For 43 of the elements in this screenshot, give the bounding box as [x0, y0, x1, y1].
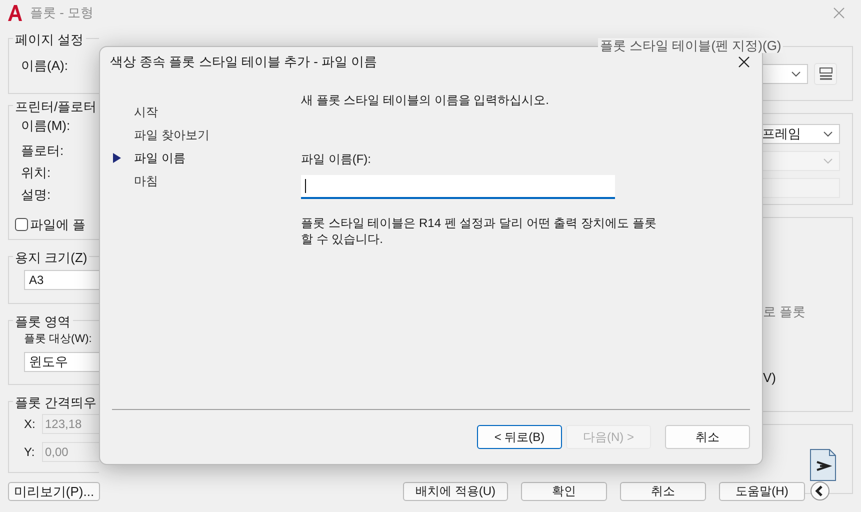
collapse-icon[interactable] [810, 481, 830, 501]
table-edit-icon [818, 66, 832, 80]
option-label: V) [762, 368, 777, 387]
option-label: 로 플롯 [762, 303, 807, 321]
instruction-text: 새 플롯 스타일 테이블의 이름을 입력하십시오. [301, 92, 550, 109]
wizard-step[interactable]: 파일 찾아보기 [134, 126, 210, 144]
dialog-button[interactable]: 확인 [521, 482, 607, 501]
chevron-down-icon [791, 70, 801, 76]
document-icon [810, 449, 836, 481]
file-name-field[interactable] [301, 175, 615, 199]
field-label: 이름(M): [21, 118, 70, 133]
description-text: 플롯 스타일 테이블은 R14 펜 설정과 달리 어떤 출력 장치에도 플롯 할 수 있습니다. [301, 215, 658, 247]
dpi-field[interactable] [762, 178, 840, 198]
viewport-dropdown[interactable]: 프레임 [762, 124, 840, 144]
field-label: 플로터: [21, 143, 64, 158]
field-label: 플롯 대상(W): [24, 332, 92, 347]
field-label: X: [24, 416, 36, 433]
field-label: 파일 이름(F): [301, 151, 372, 168]
field-label: 이름(A): [21, 58, 68, 73]
wizard-step[interactable]: 마침 [134, 172, 158, 190]
group-title: 플롯 스타일 테이블(펜 지정)(G) [598, 38, 784, 53]
field-label: Y: [24, 444, 36, 461]
field-label: 위치: [21, 165, 51, 180]
edit-table-button[interactable] [814, 62, 837, 84]
close-icon[interactable] [738, 56, 750, 68]
dialog-button[interactable]: 취소 [620, 482, 706, 501]
app-logo-icon [8, 5, 22, 21]
plot-area-dropdown[interactable]: 윈도우 [24, 352, 99, 372]
dialog-button[interactable]: 도움말(H) [719, 482, 805, 501]
preview-button[interactable]: 미리보기(P)... [8, 482, 100, 501]
wizard-step[interactable]: 파일 이름 [134, 148, 186, 166]
wizard-step[interactable]: 시작 [134, 102, 158, 120]
chevron-down-icon [823, 158, 833, 164]
checkbox[interactable] [15, 218, 28, 232]
wizard-button[interactable]: 취소 [665, 425, 750, 449]
wizard-button[interactable]: < 뒤로(B) [477, 425, 562, 449]
paper-size-dropdown[interactable]: A3 [24, 270, 99, 290]
dialog-button[interactable]: 배치에 적용(U) [403, 482, 508, 501]
field-label: 설명: [21, 187, 51, 202]
window-title: 플롯 - 모형 [30, 4, 94, 22]
chevron-down-icon [823, 131, 833, 137]
checkbox-label: 파일에 플 [30, 216, 86, 234]
dialog-title: 색상 종속 플롯 스타일 테이블 추가 - 파일 이름 [110, 52, 378, 71]
